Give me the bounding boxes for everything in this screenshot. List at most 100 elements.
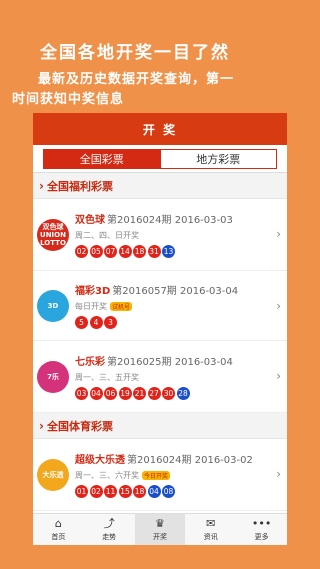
chevron-right-icon: ›: [39, 178, 44, 193]
red-ball: 06: [104, 387, 117, 400]
lottery-item[interactable]: 双色球 UNION LOTTO 双色球 第2016024期 2016-03-03 周二…: [33, 199, 287, 271]
promo-subline-1: 最新及历史数据开奖查询，第一: [38, 72, 235, 87]
promo-subline-2: 时间获知中奖信息: [12, 92, 125, 107]
nav-item-home[interactable]: ⌂ 首页: [33, 514, 84, 545]
nav-item-more[interactable]: ••• 更多: [236, 514, 287, 545]
red-ball: 19: [118, 387, 132, 400]
red-ball: 05: [89, 245, 103, 258]
lottery-name: 七乐彩: [75, 357, 105, 368]
section-header[interactable]: › 全国体育彩票: [33, 413, 287, 439]
blue-ball: 04: [147, 485, 161, 498]
red-ball: 02: [75, 245, 88, 258]
red-ball: 21: [133, 387, 146, 400]
lottery-schedule: 周一、三、六开奖: [75, 471, 139, 480]
chevron-right-icon: ›: [276, 369, 281, 383]
lottery-title-row: 福彩3D 第2016057期 2016-03-04: [75, 282, 287, 297]
lottery-date: 2016-03-04: [174, 357, 233, 368]
blue-ball: 13: [162, 245, 175, 258]
home-icon: ⌂: [54, 516, 62, 530]
nav-label: 开奖: [152, 532, 167, 541]
news-icon: ✉: [206, 516, 216, 530]
nav-label: 走势: [102, 532, 117, 541]
lottery-name: 福彩3D: [75, 286, 111, 297]
red-ball: 15: [118, 485, 132, 498]
red-ball: 4: [89, 316, 103, 329]
tab-local-lottery[interactable]: 地方彩票: [160, 148, 277, 169]
red-ball: 3: [104, 316, 117, 329]
more-icon: •••: [251, 516, 272, 530]
lottery-date: 2016-03-03: [174, 215, 233, 226]
blue-ball: 28: [176, 387, 190, 400]
lottery-logo-icon: 3D: [37, 289, 69, 322]
chevron-right-icon: ›: [276, 299, 281, 313]
red-ball: 27: [147, 387, 161, 400]
red-ball: 14: [118, 245, 132, 258]
red-ball: 30: [162, 387, 175, 400]
lottery-title-row: 双色球 第2016024期 2016-03-03: [75, 211, 287, 226]
red-ball: 01: [75, 485, 88, 498]
blue-ball: 08: [162, 485, 175, 498]
lottery-schedule: 周二、四、日开奖: [75, 231, 139, 240]
lottery-info: 双色球 第2016024期 2016-03-03 周二、四、日开奖 02 05 07 14 1…: [75, 211, 287, 258]
lottery-tag-badge: 今日开奖: [142, 471, 171, 480]
draw-numbers: 02 05 07 14 18 31 13: [75, 245, 287, 258]
lottery-list: › 全国福利彩票 双色球 UNION LOTTO 双色球 第2016024期 2016-…: [33, 173, 287, 511]
lottery-schedule: 每日开奖: [75, 302, 107, 311]
red-ball: 02: [89, 485, 103, 498]
lottery-info: 福彩3D 第2016057期 2016-03-04 每日开奖 试机号 5 4 3: [75, 282, 287, 329]
lottery-schedule-row: 每日开奖 试机号: [75, 301, 287, 312]
red-ball: 18: [133, 245, 146, 258]
draw-numbers: 543: [75, 316, 287, 329]
section-title: 全国福利彩票: [46, 179, 113, 193]
lottery-item[interactable]: 大乐透 超级大乐透 第2016024期 2016-03-02 周一、三、六开奖 今日开奖…: [33, 439, 287, 511]
page-title: 开 奖: [142, 122, 178, 137]
red-ball: 18: [133, 485, 146, 498]
red-ball: 07: [104, 245, 117, 258]
app-title-bar: 开 奖: [33, 113, 287, 145]
promo-headline: 全国各地开奖一目了然: [40, 43, 230, 63]
nav-item-trophy[interactable]: ♛ 开奖: [134, 514, 186, 545]
tab-bar: 全国彩票 地方彩票: [33, 145, 287, 173]
chevron-right-icon: ›: [276, 467, 281, 481]
lottery-issue: 第2016025期: [107, 357, 172, 368]
lottery-info: 超级大乐透 第2016024期 2016-03-02 周一、三、六开奖 今日开奖 01 0…: [75, 451, 287, 498]
section-title: 全国体育彩票: [46, 419, 113, 433]
bottom-navigation: ⌂ 首页 ⤴ 走势 ♛ 开奖 ✉ 资讯 ••• 更多: [33, 513, 287, 545]
lottery-issue: 第2016057期: [112, 286, 177, 297]
nav-item-news[interactable]: ✉ 资讯: [185, 514, 236, 545]
lottery-issue: 第2016024期: [127, 455, 192, 466]
nav-label: 首页: [51, 532, 66, 541]
tab-national-lottery[interactable]: 全国彩票: [43, 148, 161, 169]
lottery-name: 双色球: [75, 215, 105, 226]
lottery-logo-icon: 双色球 UNION LOTTO: [37, 218, 69, 251]
red-ball: 04: [89, 387, 103, 400]
lottery-logo-icon: 7乐: [37, 360, 69, 393]
lottery-name: 超级大乐透: [75, 455, 125, 466]
lottery-schedule-row: 周一、三、五开奖: [75, 372, 287, 383]
lottery-schedule: 周一、三、五开奖: [75, 373, 139, 382]
lottery-schedule-row: 周二、四、日开奖: [75, 230, 287, 241]
promo-banner: 全国各地开奖一目了然 最新及历史数据开奖查询，第一 时间获知中奖信息: [0, 0, 320, 112]
lottery-issue: 第2016024期: [107, 215, 172, 226]
section-header[interactable]: › 全国福利彩票: [33, 173, 287, 199]
chevron-right-icon: ›: [39, 418, 44, 433]
draw-numbers: 03 04 06 19 21 27 30 28: [75, 387, 287, 400]
nav-label: 资讯: [203, 532, 218, 541]
draw-numbers: 01 02 11 15 18 04 08: [75, 485, 287, 498]
lottery-title-row: 七乐彩 第2016025期 2016-03-04: [75, 353, 287, 368]
lottery-tag-badge: 试机号: [110, 302, 133, 311]
lottery-date: 2016-03-02: [194, 455, 253, 466]
red-ball: 31: [147, 245, 161, 258]
lottery-title-row: 超级大乐透 第2016024期 2016-03-02: [75, 451, 287, 466]
lottery-info: 七乐彩 第2016025期 2016-03-04 周一、三、五开奖 03 04 06 19 2…: [75, 353, 287, 400]
nav-item-trend[interactable]: ⤴ 走势: [84, 514, 135, 545]
nav-label: 更多: [254, 532, 269, 541]
red-ball: 5: [75, 316, 88, 329]
app-screen: 开 奖 全国彩票 地方彩票 › 全国福利彩票 双色球 UNION LOTTO 双色球第…: [33, 113, 287, 545]
lottery-schedule-row: 周一、三、六开奖 今日开奖: [75, 470, 287, 481]
trophy-icon: ♛: [155, 516, 165, 530]
trend-icon: ⤴: [103, 516, 115, 530]
lottery-item[interactable]: 7乐 七乐彩 第2016025期 2016-03-04 周一、三、五开奖 03 04 06 1…: [33, 341, 287, 413]
lottery-item[interactable]: 3D 福彩3D 第2016057期 2016-03-04 每日开奖 试机号 5 4 3 ›: [33, 271, 287, 341]
chevron-right-icon: ›: [276, 227, 281, 241]
